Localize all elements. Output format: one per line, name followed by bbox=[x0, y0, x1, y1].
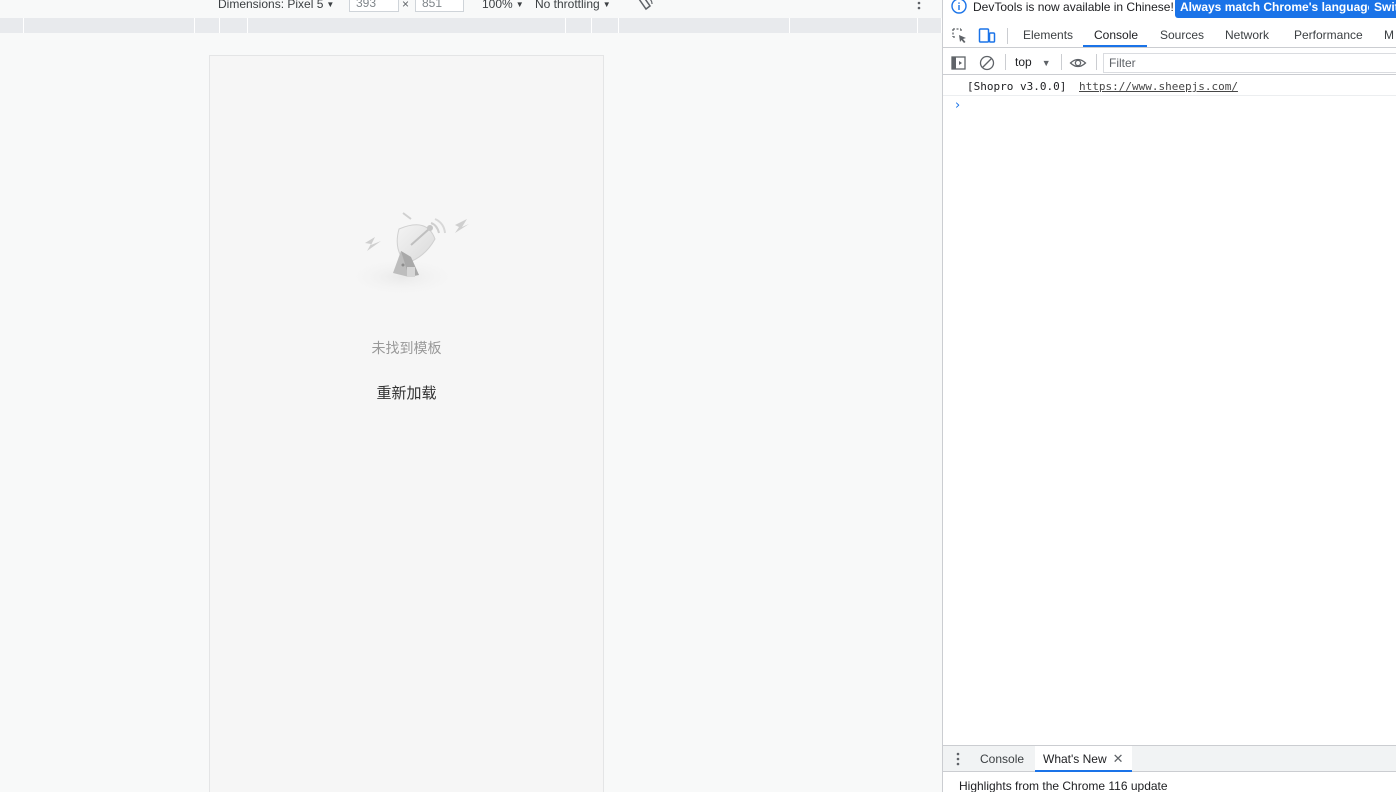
ruler-segment[interactable] bbox=[24, 18, 195, 33]
drawer-tab-label: What's New bbox=[1043, 752, 1107, 766]
whats-new-headline: Highlights from the Chrome 116 update bbox=[959, 779, 1168, 792]
device-toolbar: Dimensions: Pixel 5 ▼ 393 × 851 100% ▼ No … bbox=[0, 0, 942, 16]
throttling-label: No throttling bbox=[535, 0, 600, 11]
always-match-language-button[interactable]: Always match Chrome's language bbox=[1175, 0, 1380, 18]
chevron-down-icon: ▼ bbox=[602, 0, 611, 9]
times-symbol: × bbox=[402, 0, 410, 11]
tab-more[interactable]: M bbox=[1384, 23, 1394, 48]
close-icon[interactable]: ✕ bbox=[1113, 751, 1124, 766]
console-message: [Shopro v3.0.0] https://www.sheepjs.com/ bbox=[943, 77, 1396, 96]
ruler-segment[interactable] bbox=[195, 18, 220, 33]
chevron-down-icon: ▼ bbox=[515, 0, 524, 9]
tab-elements[interactable]: Elements bbox=[1023, 23, 1073, 48]
ruler-segment[interactable] bbox=[248, 18, 566, 33]
zoom-selector[interactable]: 100% ▼ bbox=[482, 0, 524, 14]
rotate-icon[interactable] bbox=[636, 0, 654, 12]
ruler-segment[interactable] bbox=[220, 18, 248, 33]
satellite-dish-icon bbox=[345, 212, 469, 297]
device-emulation-pane: Dimensions: Pixel 5 ▼ 393 × 851 100% ▼ No … bbox=[0, 0, 942, 792]
drawer-tabs: Console What's New ✕ bbox=[943, 745, 1396, 772]
language-info-bar: DevTools is now available in Chinese! Al… bbox=[943, 0, 1396, 22]
switch-language-button[interactable]: Swit bbox=[1369, 0, 1396, 18]
clear-console-icon[interactable] bbox=[978, 54, 996, 72]
drawer-tab-console[interactable]: Console bbox=[980, 746, 1024, 772]
toolbar-separator bbox=[1005, 54, 1006, 70]
context-label: top bbox=[1015, 55, 1032, 69]
device-toggle-icon[interactable] bbox=[978, 27, 996, 45]
info-icon bbox=[951, 0, 967, 14]
browser-window: Dimensions: Pixel 5 ▼ 393 × 851 100% ▼ No … bbox=[0, 0, 1396, 792]
devtools-panel: DevTools is now available in Chinese! Al… bbox=[942, 0, 1396, 792]
console-toolbar: top ▼ Filter bbox=[943, 50, 1396, 75]
width-input[interactable]: 393 bbox=[349, 0, 399, 12]
live-expression-eye-icon[interactable] bbox=[1069, 54, 1087, 72]
chevron-down-icon: ▼ bbox=[326, 0, 335, 9]
throttling-selector[interactable]: No throttling ▼ bbox=[535, 0, 611, 14]
reload-button[interactable]: 重新加载 bbox=[356, 380, 457, 406]
zoom-label: 100% bbox=[482, 0, 513, 11]
toolbar-separator bbox=[1096, 54, 1097, 70]
console-message-text: [Shopro v3.0.0] bbox=[967, 80, 1067, 93]
ruler-segment[interactable] bbox=[790, 18, 918, 33]
chevron-down-icon: ▼ bbox=[1041, 58, 1051, 68]
inspect-element-icon[interactable] bbox=[951, 27, 969, 45]
context-selector[interactable]: top ▼ bbox=[1015, 50, 1051, 75]
drawer-menu-icon[interactable] bbox=[955, 752, 961, 766]
tab-sources[interactable]: Sources bbox=[1160, 23, 1204, 48]
devtools-tabs: Elements Console Sources Network Perform… bbox=[943, 23, 1396, 48]
console-prompt-icon[interactable]: › bbox=[955, 98, 960, 113]
empty-state-message: 未找到模板 bbox=[371, 341, 442, 357]
sidebar-toggle-icon[interactable] bbox=[950, 54, 968, 72]
height-input[interactable]: 851 bbox=[415, 0, 464, 12]
ruler-segment[interactable] bbox=[592, 18, 619, 33]
media-query-ruler[interactable] bbox=[0, 18, 942, 33]
tabs-separator bbox=[1007, 28, 1008, 44]
mobile-viewport: 未找到模板 重新加载 bbox=[209, 55, 604, 792]
active-tab-indicator bbox=[1083, 45, 1147, 47]
console-filter-input[interactable]: Filter bbox=[1103, 53, 1396, 73]
more-vertical-icon[interactable] bbox=[916, 0, 922, 10]
ruler-segment[interactable] bbox=[619, 18, 790, 33]
device-selector-label: Dimensions: Pixel 5 bbox=[218, 0, 324, 11]
drawer-tab-whats-new[interactable]: What's New ✕ bbox=[1035, 746, 1132, 772]
ruler-segment[interactable] bbox=[566, 18, 592, 33]
tab-network[interactable]: Network bbox=[1225, 23, 1269, 48]
info-bar-message: DevTools is now available in Chinese! bbox=[973, 0, 1174, 14]
ruler-segment[interactable] bbox=[0, 18, 24, 33]
ruler-segment[interactable] bbox=[918, 18, 942, 33]
tab-performance[interactable]: Performance bbox=[1294, 23, 1363, 48]
console-message-link[interactable]: https://www.sheepjs.com/ bbox=[1079, 80, 1238, 93]
toolbar-separator bbox=[1061, 54, 1062, 70]
device-selector[interactable]: Dimensions: Pixel 5 ▼ bbox=[218, 0, 334, 14]
